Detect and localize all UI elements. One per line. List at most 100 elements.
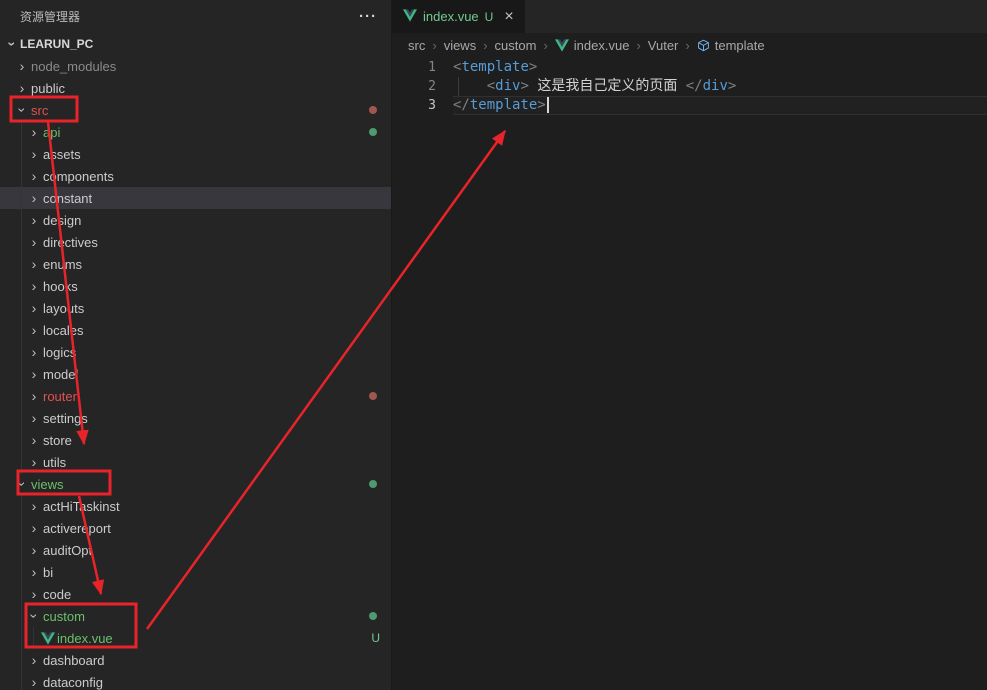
- git-change-dot: [369, 128, 377, 136]
- code-line-content: <div> 这是我自己定义的页面 </div>: [453, 77, 987, 96]
- tree-item-utils[interactable]: ›utils: [0, 451, 391, 473]
- breadcrumb-item-custom[interactable]: custom: [495, 38, 537, 53]
- indent-guide: [21, 671, 22, 690]
- chevron-right-icon: ›: [26, 499, 42, 513]
- breadcrumb-item-index.vue[interactable]: index.vue: [555, 38, 630, 53]
- tree-item-public[interactable]: ›public: [0, 77, 391, 99]
- tree-item-actHiTaskinst[interactable]: ›actHiTaskinst: [0, 495, 391, 517]
- indent-guide: [21, 605, 22, 627]
- indent-guide: [21, 495, 22, 517]
- tree-item-constant[interactable]: ›constant: [0, 187, 391, 209]
- breadcrumb-separator-icon: ›: [483, 38, 487, 53]
- tree-item-label: code: [43, 587, 71, 602]
- indent-guide: [21, 341, 22, 363]
- line-number: 2: [392, 77, 436, 96]
- tree-item-label: model: [43, 367, 78, 382]
- tree-item-layouts[interactable]: ›layouts: [0, 297, 391, 319]
- tree-item-label: custom: [43, 609, 85, 624]
- code-token: <: [487, 78, 495, 94]
- more-actions-icon[interactable]: ···: [359, 8, 377, 25]
- tree-item-api[interactable]: ›api: [0, 121, 391, 143]
- editor-area: index.vue U × src›views›custom›index.vue…: [391, 0, 987, 690]
- tree-item-enums[interactable]: ›enums: [0, 253, 391, 275]
- tree-item-custom[interactable]: ›custom: [0, 605, 391, 627]
- git-status-badge: U: [485, 10, 494, 24]
- code-token: </: [686, 78, 703, 94]
- tree-item-directives[interactable]: ›directives: [0, 231, 391, 253]
- tree-item-node_modules[interactable]: ›node_modules: [0, 55, 391, 77]
- tree-item-src[interactable]: ›src: [0, 99, 391, 121]
- explorer-sidebar: 资源管理器 ··· › LEARUN_PC ›node_modules›publ…: [0, 0, 391, 690]
- tree-item-label: directives: [43, 235, 98, 250]
- code-editor[interactable]: 1<template>2 <div> 这是我自己定义的页面 </div>3</t…: [392, 58, 987, 115]
- close-icon[interactable]: ×: [504, 9, 513, 25]
- code-token: </: [453, 97, 470, 113]
- git-change-dot: [369, 106, 377, 114]
- indent-guide: [21, 121, 22, 143]
- chevron-right-icon: ›: [26, 411, 42, 425]
- text-cursor: [547, 97, 549, 113]
- tree-item-router[interactable]: ›router: [0, 385, 391, 407]
- indent-guide: [21, 143, 22, 165]
- tree-item-index.vue[interactable]: index.vueU: [0, 627, 391, 649]
- indent-guide: [21, 209, 22, 231]
- tree-item-assets[interactable]: ›assets: [0, 143, 391, 165]
- indent-guide: [21, 253, 22, 275]
- tree-item-design[interactable]: ›design: [0, 209, 391, 231]
- indent-guide: [458, 77, 459, 96]
- tree-item-dashboard[interactable]: ›dashboard: [0, 649, 391, 671]
- tree-item-logics[interactable]: ›logics: [0, 341, 391, 363]
- chevron-down-icon: ›: [26, 609, 42, 623]
- indent-guide: [21, 627, 22, 649]
- chevron-down-icon: ›: [14, 103, 30, 117]
- chevron-right-icon: ›: [26, 257, 42, 271]
- breadcrumb-label: views: [444, 38, 477, 53]
- tree-item-views[interactable]: ›views: [0, 473, 391, 495]
- indent-guide: [21, 165, 22, 187]
- breadcrumb-item-template[interactable]: template: [697, 38, 765, 53]
- tree-item-locales[interactable]: ›locales: [0, 319, 391, 341]
- tree-item-components[interactable]: ›components: [0, 165, 391, 187]
- breadcrumb-item-views[interactable]: views: [444, 38, 477, 53]
- chevron-down-icon: ›: [4, 37, 20, 51]
- tree-item-bi[interactable]: ›bi: [0, 561, 391, 583]
- code-line-2[interactable]: 2 <div> 这是我自己定义的页面 </div>: [392, 77, 987, 96]
- chevron-down-icon: ›: [14, 477, 30, 491]
- chevron-right-icon: ›: [26, 565, 42, 579]
- tree-item-dataconfig[interactable]: ›dataconfig: [0, 671, 391, 690]
- tree-item-activereport[interactable]: ›activereport: [0, 517, 391, 539]
- code-token: template: [470, 97, 537, 113]
- tree-item-label: constant: [43, 191, 92, 206]
- tree-item-hooks[interactable]: ›hooks: [0, 275, 391, 297]
- code-token: >: [537, 97, 545, 113]
- chevron-right-icon: ›: [26, 345, 42, 359]
- tree-item-code[interactable]: ›code: [0, 583, 391, 605]
- code-token: template: [461, 59, 528, 75]
- code-line-3[interactable]: 3 </template>: [392, 96, 987, 115]
- tree-item-label: actHiTaskinst: [43, 499, 120, 514]
- chevron-right-icon: ›: [26, 455, 42, 469]
- tab-index-vue[interactable]: index.vue U ×: [392, 0, 525, 33]
- vue-icon: [403, 9, 417, 25]
- line-number: 3: [392, 96, 436, 115]
- vscode-window: 资源管理器 ··· › LEARUN_PC ›node_modules›publ…: [0, 0, 987, 690]
- breadcrumb-item-Vuter[interactable]: Vuter: [648, 38, 679, 53]
- tree-item-label: public: [31, 81, 65, 96]
- tree-item-label: enums: [43, 257, 82, 272]
- tree-item-store[interactable]: ›store: [0, 429, 391, 451]
- git-untracked-badge: U: [371, 631, 380, 645]
- workspace-root-folder[interactable]: › LEARUN_PC: [0, 33, 391, 55]
- tree-item-model[interactable]: ›model: [0, 363, 391, 385]
- workspace-root-label: LEARUN_PC: [20, 37, 93, 51]
- chevron-right-icon: ›: [26, 235, 42, 249]
- file-tree: ›node_modules›public›src›api›assets›comp…: [0, 55, 391, 690]
- code-line-1[interactable]: 1<template>: [392, 58, 987, 77]
- chevron-right-icon: ›: [26, 543, 42, 557]
- chevron-right-icon: ›: [26, 301, 42, 315]
- tree-item-label: dashboard: [43, 653, 104, 668]
- tree-item-auditOpt[interactable]: ›auditOpt: [0, 539, 391, 561]
- code-token: >: [520, 78, 528, 94]
- breadcrumb-item-src[interactable]: src: [408, 38, 425, 53]
- tree-item-settings[interactable]: ›settings: [0, 407, 391, 429]
- git-change-dot: [369, 612, 377, 620]
